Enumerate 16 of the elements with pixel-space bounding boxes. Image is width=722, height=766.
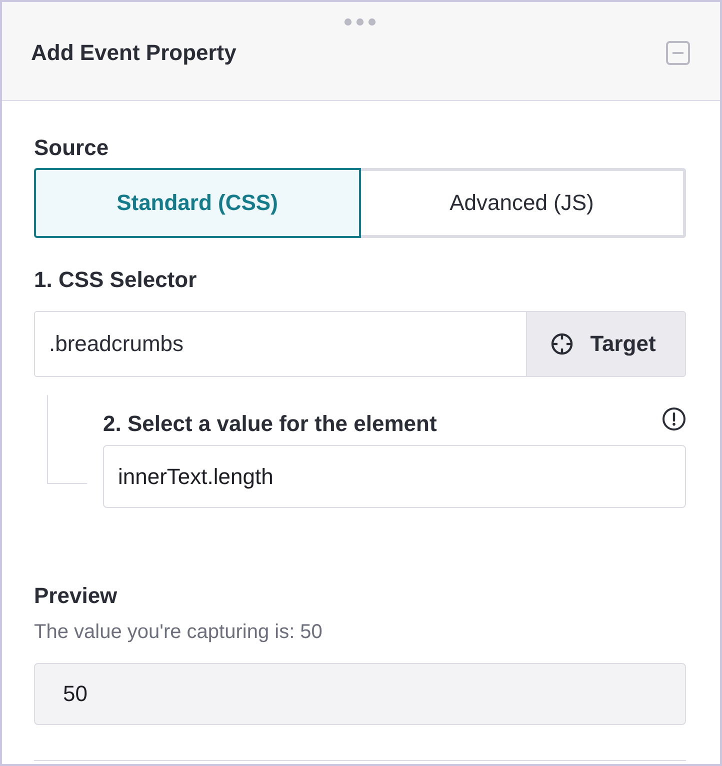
source-label: Source [34, 134, 109, 162]
preview-label: Preview [34, 582, 118, 610]
css-selector-input[interactable]: .breadcrumbs [34, 311, 526, 377]
css-selector-label: 1. CSS Selector [34, 266, 197, 294]
collapse-icon[interactable] [666, 41, 690, 65]
value-step-label: 2. Select a value for the element [103, 410, 437, 438]
preview-description: The value you're capturing is: 50 [34, 620, 322, 644]
source-tab[interactable]: Advanced (JS) [360, 168, 686, 238]
target-button[interactable]: Target [526, 311, 686, 377]
drag-handle-icon[interactable] [344, 18, 376, 26]
crosshair-icon [550, 332, 574, 356]
panel-title: Add Event Property [31, 39, 236, 67]
source-tab[interactable]: Standard (CSS) [34, 168, 360, 238]
value-input[interactable]: innerText.length [103, 445, 686, 508]
alert-icon[interactable] [662, 407, 686, 431]
preview-field[interactable]: 50 [34, 663, 686, 725]
